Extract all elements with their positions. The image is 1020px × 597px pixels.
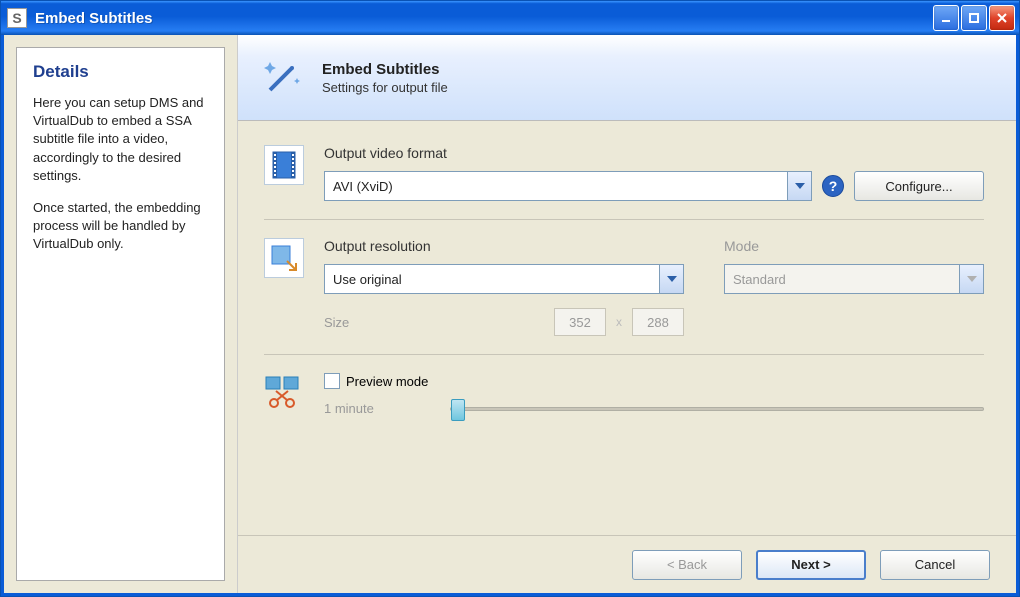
wizard-header: Embed Subtitles Settings for output file — [238, 35, 1016, 121]
mode-select: Standard — [724, 264, 984, 294]
width-input — [554, 308, 606, 336]
output-resolution-value: Use original — [333, 272, 402, 287]
section-output-resolution: Output resolution Use original Size — [264, 219, 984, 354]
resolution-icon — [264, 238, 304, 278]
titlebar: S Embed Subtitles — [1, 1, 1019, 35]
next-button[interactable]: Next > — [756, 550, 866, 580]
dimension-separator: x — [616, 315, 622, 329]
header-subtitle: Settings for output file — [322, 80, 448, 95]
chevron-down-icon — [659, 265, 683, 293]
close-button[interactable] — [989, 5, 1015, 31]
details-heading: Details — [33, 62, 208, 82]
slider-thumb[interactable] — [451, 399, 465, 421]
header-title: Embed Subtitles — [322, 61, 448, 78]
output-format-select[interactable]: AVI (XviD) — [324, 171, 812, 201]
wand-icon — [258, 54, 306, 102]
app-window: S Embed Subtitles Details Here you can s… — [0, 0, 1020, 597]
chevron-down-icon — [787, 172, 811, 200]
app-icon: S — [7, 8, 27, 28]
chevron-down-icon — [959, 265, 983, 293]
details-para-2: Once started, the embedding process will… — [33, 199, 208, 254]
maximize-button[interactable] — [961, 5, 987, 31]
preview-checkbox[interactable] — [324, 373, 340, 389]
section-output-format: Output video format AVI (XviD) ? Configu… — [264, 145, 984, 219]
output-resolution-select[interactable]: Use original — [324, 264, 684, 294]
details-panel: Details Here you can setup DMS and Virtu… — [4, 35, 237, 593]
wizard-footer: < Back Next > Cancel — [238, 535, 1016, 593]
help-icon[interactable]: ? — [822, 175, 844, 197]
cancel-button[interactable]: Cancel — [880, 550, 990, 580]
back-button[interactable]: < Back — [632, 550, 742, 580]
preview-slider[interactable] — [450, 407, 984, 411]
window-title: Embed Subtitles — [35, 10, 933, 27]
section-preview: Preview mode 1 minute — [264, 354, 984, 434]
output-format-label: Output video format — [324, 145, 984, 161]
preview-duration-label: 1 minute — [324, 401, 434, 416]
minimize-button[interactable] — [933, 5, 959, 31]
output-resolution-label: Output resolution — [324, 238, 684, 254]
mode-value: Standard — [733, 272, 786, 287]
height-input — [632, 308, 684, 336]
scissors-film-icon — [264, 373, 304, 413]
filmstrip-icon — [264, 145, 304, 185]
size-label: Size — [324, 315, 349, 330]
configure-button[interactable]: Configure... — [854, 171, 984, 201]
output-format-value: AVI (XviD) — [333, 179, 393, 194]
mode-label: Mode — [724, 238, 984, 254]
preview-label: Preview mode — [346, 374, 428, 389]
details-para-1: Here you can setup DMS and VirtualDub to… — [33, 94, 208, 185]
